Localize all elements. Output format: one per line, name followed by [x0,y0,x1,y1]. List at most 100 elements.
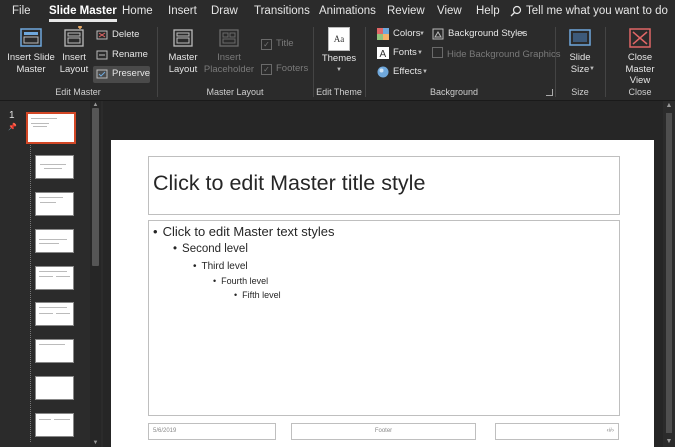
close-master-view-icon [629,28,651,48]
editor-scrollbar[interactable]: ▲ ▼ [663,101,675,447]
body-placeholder[interactable]: • Click to edit Master text styles • Secon… [148,220,620,416]
insert-placeholder-button[interactable]: Insert Placeholder [203,26,255,75]
fonts-label: Fonts [393,47,417,58]
rename-icon [96,50,108,60]
layout-thumbnail[interactable] [35,302,74,326]
title-placeholder[interactable]: Click to edit Master title style [148,156,620,215]
bullet-icon: • [193,261,197,272]
thumbnail-scrollbar[interactable]: ▲ ▼ [90,101,101,447]
tab-transitions[interactable]: Transitions [254,0,310,22]
bullet-icon: • [213,276,217,286]
footers-checkbox[interactable]: ✓ Footers [261,62,308,76]
tab-help[interactable]: Help [476,0,500,22]
tab-view[interactable]: View [437,0,462,22]
colors-icon [377,28,389,40]
date-placeholder-text: 5/6/2019 [153,428,177,434]
scroll-down-arrow-icon[interactable]: ▼ [90,439,101,447]
tab-slide-master[interactable]: Slide Master [49,0,117,22]
close-master-view-button[interactable]: Close Master View [612,26,668,87]
pin-icon: 📌 [8,124,17,131]
text-level-4: • Fourth level [213,276,268,286]
bullet-icon: • [234,290,238,300]
level-1-text: Click to edit Master text styles [162,224,335,239]
thumbnail-line [39,271,67,272]
layout-thumbnail[interactable] [35,339,74,363]
insert-slide-master-button[interactable]: Insert Slide Master [6,26,56,75]
fonts-dropdown-icon: ▼ [417,50,423,56]
insert-layout-button[interactable]: Insert Layout [57,26,91,75]
thumbnail-line [39,419,51,420]
insert-layout-icon [64,26,84,47]
colors-dropdown-icon: ▼ [419,31,425,37]
title-checkbox-label: Title [276,38,294,49]
tab-animations[interactable]: Animations [319,0,376,22]
tab-insert[interactable]: Insert [168,0,197,22]
slide-number-placeholder[interactable]: ‹#› [495,423,619,440]
fonts-button[interactable]: A Fonts ▼ [377,45,429,61]
background-styles-icon [432,28,444,40]
master-layout-button[interactable]: Master Layout [163,26,203,75]
text-level-5: • Fifth level [234,290,281,300]
date-placeholder[interactable]: 5/6/2019 [148,423,276,440]
tab-draw[interactable]: Draw [211,0,238,22]
colors-button[interactable]: Colors ▼ [377,26,429,42]
thumbnail-line [39,307,67,308]
layout-thumbnail[interactable] [35,413,74,437]
insert-slide-master-label: Insert Slide Master [7,52,55,75]
background-styles-button[interactable]: Background Styles ▼ [432,26,532,42]
layout-thumbnail[interactable] [35,229,74,253]
tab-home[interactable]: Home [122,0,153,22]
tab-review[interactable]: Review [387,0,425,22]
background-styles-label: Background Styles [448,28,528,39]
group-label-background: Background [429,87,479,97]
title-checkbox-box: ✓ [261,39,272,50]
preserve-icon [96,69,108,79]
thumbnail-scroll-thumb[interactable] [92,108,99,266]
group-label-master-layout: Master Layout [206,87,264,97]
thumbnail-line [56,313,70,314]
hide-background-graphics-checkbox[interactable]: Hide Background Graphics [432,47,561,61]
insert-placeholder-icon [219,29,239,47]
layout-thumbnail[interactable] [35,376,74,400]
preserve-button[interactable]: Preserve [93,66,150,83]
delete-button[interactable]: Delete [96,27,148,43]
footer-placeholder[interactable]: Footer [291,423,476,440]
insert-slide-master-icon [20,28,42,47]
scroll-up-arrow-icon[interactable]: ▲ [663,101,675,111]
effects-dropdown-icon: ▼ [422,69,428,75]
slide-size-button[interactable]: Slide Size ▼ [562,26,598,75]
title-checkbox[interactable]: ✓ Title [261,37,294,51]
background-dialog-launcher-icon[interactable] [546,89,553,96]
tell-me-search[interactable]: Tell me what you want to do [510,0,668,22]
layout-thumbnail[interactable] [35,266,74,290]
master-slide-canvas: Click to edit Master title style • Click … [111,140,654,447]
thumbnail-line [40,164,66,165]
master-slide-thumbnail[interactable] [26,112,76,144]
rename-button[interactable]: Rename [96,47,148,63]
thumbnail-line [39,276,53,277]
slide-size-icon [569,29,591,46]
insert-layout-label: Insert Layout [59,52,89,75]
layout-thumbnail[interactable] [35,155,74,179]
editor-scroll-thumb[interactable] [666,113,672,433]
slide-number-placeholder-text: ‹#› [606,428,614,434]
thumbnail-line [31,118,57,119]
footers-checkbox-label: Footers [276,63,309,74]
scroll-down-arrow-icon[interactable]: ▼ [663,437,675,447]
effects-button[interactable]: Effects ▼ [377,64,429,80]
master-layout-icon [173,29,193,47]
preserve-label: Preserve [112,68,151,79]
tell-me-text: Tell me what you want to do [526,5,668,17]
insert-placeholder-label: Insert Placeholder [203,52,255,75]
themes-dropdown-icon: ▼ [336,66,342,73]
bullet-icon: • [153,224,158,239]
bullet-icon: • [173,243,178,255]
text-level-3: • Third level [193,261,248,272]
title-placeholder-text: Click to edit Master title style [153,171,426,195]
group-label-edit-master: Edit Master [55,87,101,97]
fonts-icon: A [377,47,389,59]
tab-file[interactable]: File [12,0,31,22]
search-icon [510,5,522,17]
themes-button[interactable]: Aa Themes ▼ [320,26,358,76]
layout-thumbnail[interactable] [35,192,74,216]
